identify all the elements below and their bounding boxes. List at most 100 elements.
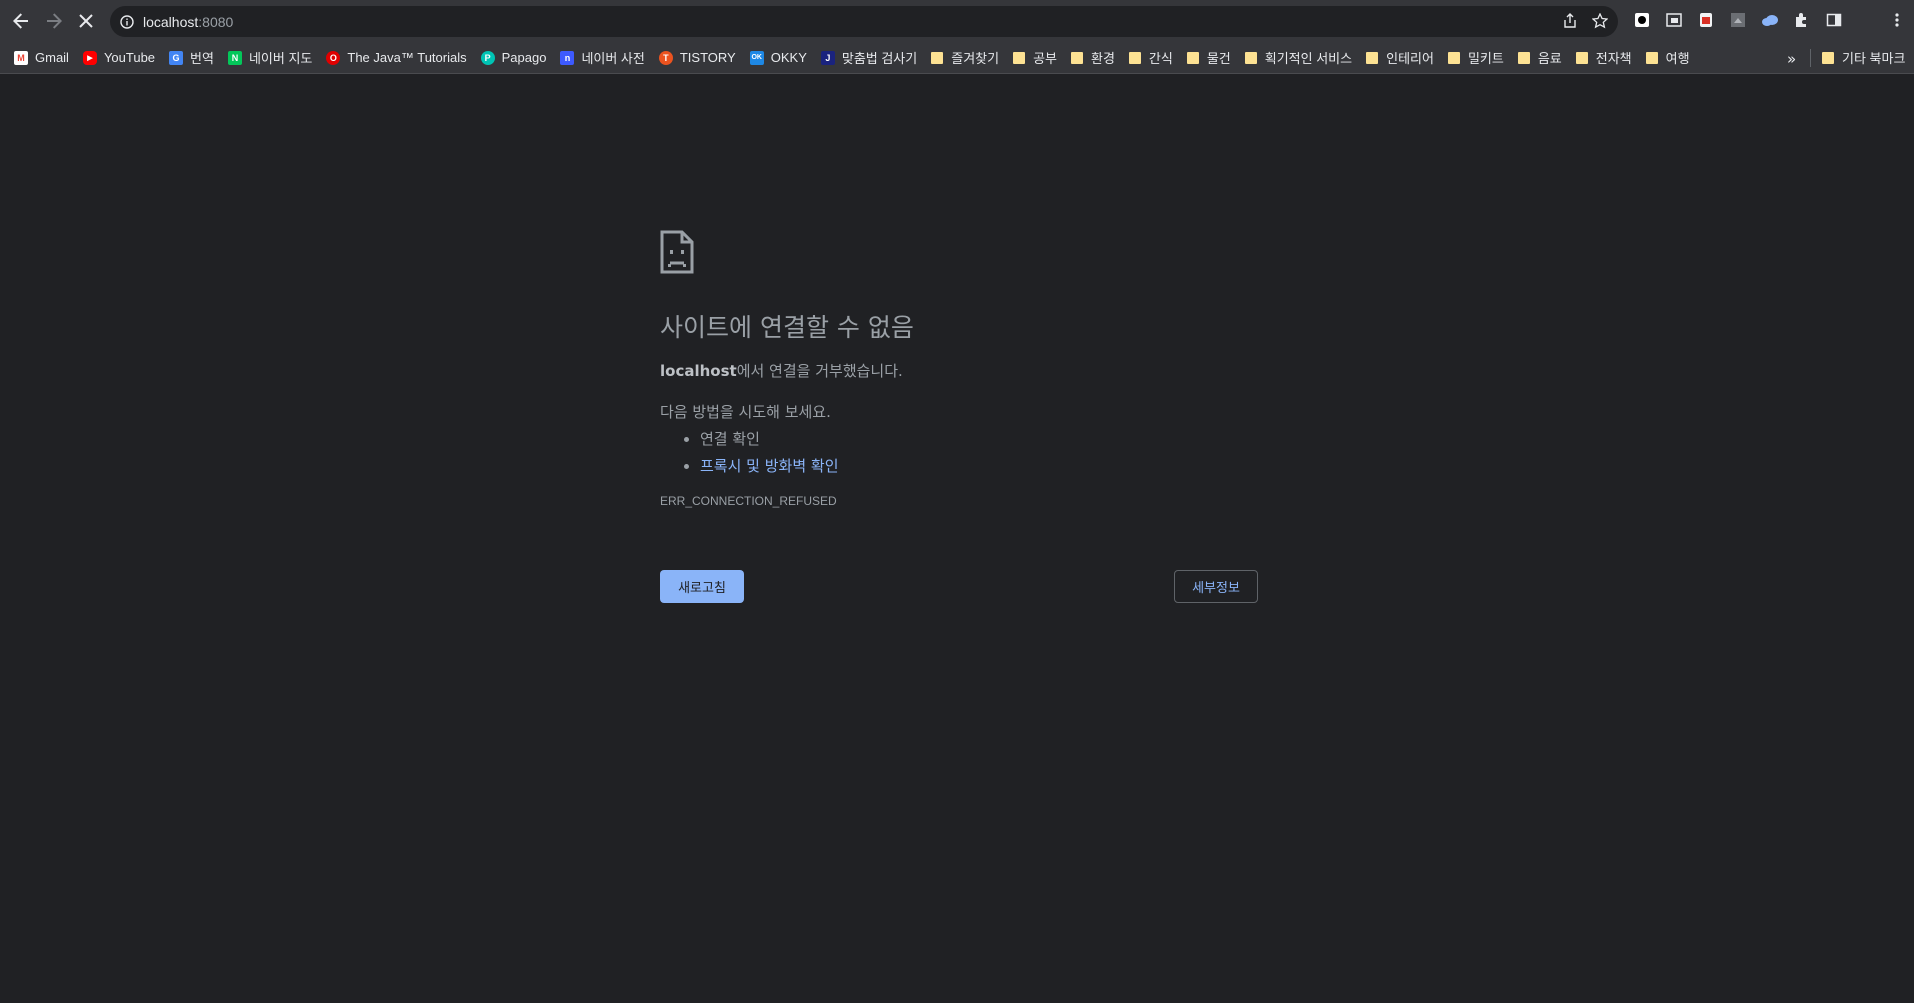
bookmark-label: OKKY: [770, 50, 807, 65]
suggestions-title: 다음 방법을 시도해 보세요.: [660, 403, 831, 421]
bookmark-folder[interactable]: 즐겨찾기: [931, 48, 999, 67]
folder-label: 음료: [1537, 51, 1562, 66]
folder-icon: [1645, 51, 1658, 64]
bookmark-label: YouTube: [103, 50, 156, 65]
folder-icon: [1071, 51, 1083, 64]
bookmark-folder[interactable]: 획기적인 서비스: [1244, 48, 1353, 67]
extensions-puzzle-icon[interactable]: [1793, 11, 1811, 29]
folder-label: 즐겨찾기: [951, 51, 1000, 66]
naver-map-icon: N: [227, 50, 242, 65]
side-panel-icon[interactable]: [1825, 11, 1843, 29]
bookmarks-bar: M Gmail ▶ YouTube G 번역 N 네이버 지도 O The Java™ T…: [0, 42, 1914, 74]
url-host: localhost: [143, 13, 199, 30]
bookmark-okky[interactable]: OK OKKY: [749, 50, 807, 65]
folder-icon: [1128, 51, 1141, 64]
folder-icon: [1244, 51, 1257, 64]
bookmark-folder[interactable]: 여행: [1645, 48, 1690, 67]
extension-red-icon[interactable]: [1697, 11, 1715, 29]
bookmark-label: Papago: [501, 50, 547, 65]
error-page: 사이트에 연결할 수 없음 localhost에서 연결을 거부했습니다. 다음…: [660, 230, 1260, 508]
proxy-firewall-link[interactable]: 프록시 및 방화벽 확인: [700, 457, 839, 475]
back-button[interactable]: [6, 6, 36, 36]
error-code: ERR_CONNECTION_REFUSED: [660, 494, 837, 508]
error-heading: 사이트에 연결할 수 없음: [660, 313, 914, 342]
back-arrow-icon: [13, 13, 28, 29]
other-bookmarks-folder[interactable]: 기타 북마크: [1822, 48, 1905, 67]
folder-icon: [1447, 51, 1460, 64]
url-text[interactable]: localhost:8080: [143, 14, 233, 30]
reload-button[interactable]: 새로고침: [660, 570, 744, 603]
papago-icon: P: [480, 50, 495, 65]
info-icon[interactable]: [119, 14, 135, 30]
bookmark-folder[interactable]: 공부: [1013, 48, 1057, 67]
bookmark-naver-dictionary[interactable]: n 네이버 사전: [560, 48, 645, 67]
bookmark-folder[interactable]: 음료: [1517, 48, 1562, 67]
bookmark-label: 네이버 지도: [248, 51, 313, 66]
bookmark-folder[interactable]: 환경: [1071, 48, 1115, 67]
folder-label: 여행: [1665, 51, 1690, 66]
browser-toolbar: localhost:8080: [0, 0, 1914, 42]
naver-dictionary-icon: n: [560, 50, 575, 65]
folder-icon: [1366, 51, 1379, 64]
folder-label: 획기적인 서비스: [1264, 51, 1353, 66]
close-icon: [79, 14, 93, 28]
bookmark-label: TISTORY: [679, 50, 736, 65]
tistory-icon: T: [658, 50, 673, 65]
gmail-icon: M: [14, 50, 28, 65]
forward-button[interactable]: [39, 6, 69, 36]
bookmark-naver-map[interactable]: N 네이버 지도: [227, 48, 313, 67]
google-translate-icon: G: [169, 50, 184, 65]
bookmark-folder[interactable]: 물건: [1186, 48, 1231, 67]
folder-icon: [1822, 51, 1834, 64]
bookmark-label: The Java™ Tutorials: [347, 50, 467, 65]
bookmarks-separator: [1810, 49, 1811, 67]
folder-icon: [1517, 51, 1530, 64]
folder-label: 환경: [1091, 51, 1115, 66]
folder-label: 기타 북마크: [1842, 51, 1906, 66]
bookmark-java-tutorials[interactable]: O The Java™ Tutorials: [326, 50, 467, 65]
bookmark-label: 네이버 사전: [581, 51, 645, 66]
youtube-icon: ▶: [82, 50, 97, 65]
error-host: localhost: [660, 362, 737, 380]
suggestions-list: 연결 확인 프록시 및 방화벽 확인: [660, 428, 1260, 476]
forward-arrow-icon: [47, 13, 62, 29]
folder-icon: [1186, 51, 1199, 64]
folder-label: 전자책: [1595, 51, 1632, 66]
bookmark-star-icon[interactable]: [1592, 13, 1608, 29]
bookmark-youtube[interactable]: ▶ YouTube: [82, 50, 156, 65]
suggestion-check-connection: 연결 확인: [700, 428, 1260, 449]
okky-icon: OK: [749, 50, 764, 65]
oracle-icon: O: [326, 50, 341, 65]
extension-window-icon[interactable]: [1665, 11, 1683, 29]
menu-kebab-icon[interactable]: [1888, 11, 1906, 29]
bookmark-tistory[interactable]: T TISTORY: [658, 50, 736, 65]
bookmark-label: Gmail: [35, 50, 69, 65]
stop-loading-button[interactable]: [71, 6, 101, 36]
bookmark-folder[interactable]: 간식: [1128, 48, 1173, 67]
bookmark-label: 맞춤법 검사기: [841, 51, 918, 66]
folder-icon: [1575, 51, 1588, 64]
bookmark-folder[interactable]: 인테리어: [1366, 48, 1434, 67]
extension-dark-icon[interactable]: [1633, 11, 1651, 29]
address-bar[interactable]: localhost:8080: [110, 6, 1618, 37]
bookmark-label: 번역: [190, 51, 214, 66]
sad-document-icon: [660, 230, 694, 274]
bookmark-gmail[interactable]: M Gmail: [14, 50, 69, 65]
bookmark-spellcheck[interactable]: J 맞춤법 검사기: [820, 48, 918, 67]
bookmark-translate[interactable]: G 번역: [169, 48, 214, 67]
cloud-icon[interactable]: [1761, 11, 1779, 29]
folder-label: 공부: [1033, 51, 1057, 66]
bookmark-folder[interactable]: 전자책: [1575, 48, 1632, 67]
more-bookmarks-chevron-icon[interactable]: »: [1787, 50, 1796, 68]
folder-icon: [931, 51, 944, 64]
error-message: 에서 연결을 거부했습니다.: [736, 362, 903, 380]
details-button[interactable]: 세부정보: [1174, 570, 1258, 603]
folder-icon: [1013, 51, 1026, 64]
folder-label: 인테리어: [1386, 51, 1434, 66]
url-port: :8080: [198, 13, 234, 30]
folder-label: 간식: [1148, 51, 1173, 66]
share-icon[interactable]: [1562, 13, 1578, 29]
bookmark-papago[interactable]: P Papago: [480, 50, 547, 65]
bookmark-folder[interactable]: 밀키트: [1447, 48, 1504, 67]
extension-gray-icon[interactable]: [1729, 11, 1747, 29]
